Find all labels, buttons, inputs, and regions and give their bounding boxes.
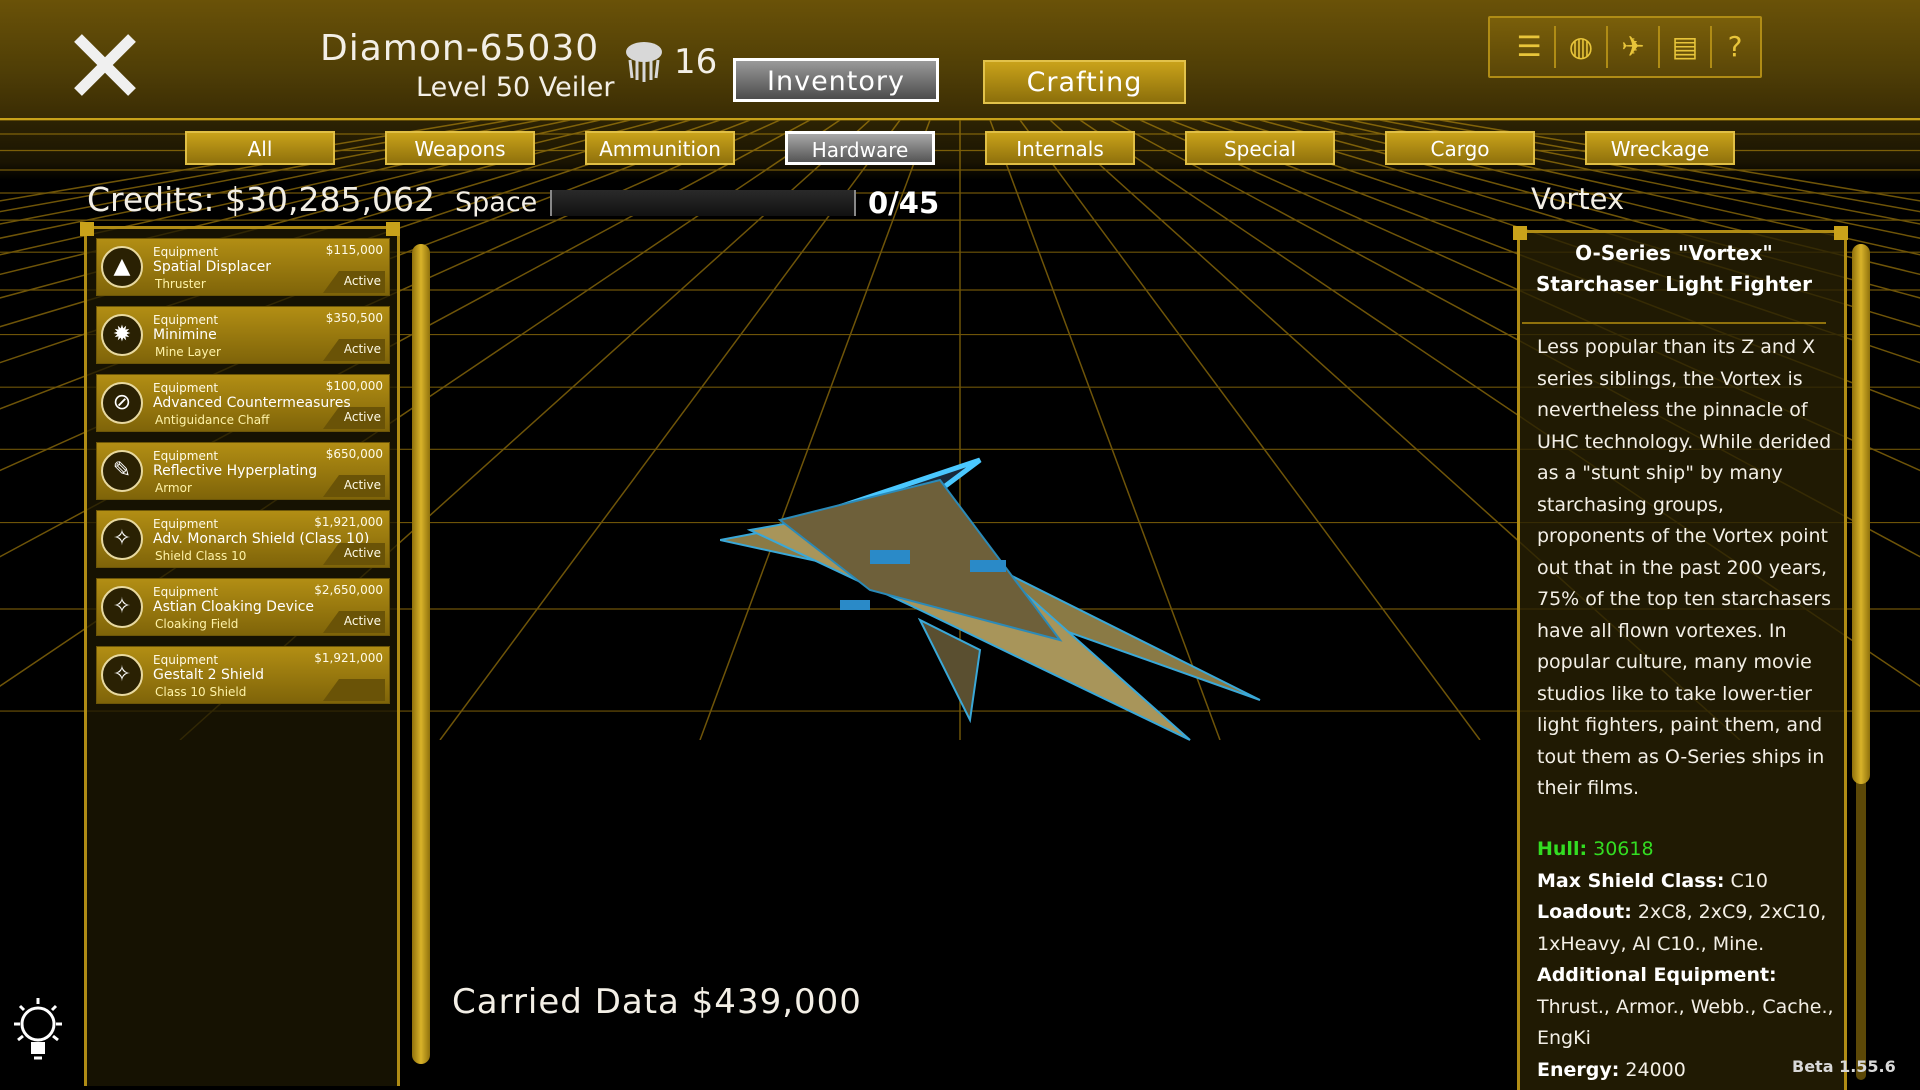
item-subtype: Cloaking Field	[155, 617, 239, 631]
item-price: $2,650,000	[314, 583, 383, 597]
item-category: Equipment	[153, 449, 219, 463]
inventory-item[interactable]: ✎ Equipment $650,000 Reflective Hyperplatin…	[96, 442, 390, 500]
item-name: Minimine	[153, 327, 217, 343]
inventory-item[interactable]: ⊘ Equipment $100,000 Advanced Countermeasur…	[96, 374, 390, 432]
item-name: Spatial Displacer	[153, 259, 272, 275]
panel-corner	[386, 222, 400, 236]
item-subtype: Shield Class 10	[155, 549, 247, 563]
hull-stat: Hull: 30618	[1537, 838, 1654, 860]
item-name: Astian Cloaking Device	[153, 599, 315, 615]
help-icon[interactable]: ?	[1716, 28, 1754, 66]
item-subtype: Armor	[155, 481, 192, 495]
tab-cargo[interactable]: Cargo	[1385, 131, 1535, 165]
inventory-button[interactable]: Inventory	[733, 58, 939, 102]
item-subtype: Mine Layer	[155, 345, 221, 359]
item-price: $1,921,000	[314, 651, 383, 665]
space-value: 0/45	[868, 186, 940, 220]
shield-icon: ✧	[101, 654, 143, 696]
cloak-icon: ✧	[101, 586, 143, 628]
item-price: $100,000	[325, 379, 383, 393]
divider	[1522, 322, 1826, 324]
globe-icon[interactable]: ◍	[1562, 28, 1600, 66]
player-level: Level 50 Veiler	[416, 72, 615, 103]
close-icon[interactable]	[70, 30, 140, 100]
ship-stats: Hull: 30618 Max Shield Class: C10 Loadou…	[1537, 834, 1842, 1086]
item-subtype: Antiguidance Chaff	[155, 413, 270, 427]
carried-data: Carried Data $439,000	[452, 982, 862, 1022]
item-name: Gestalt 2 Shield	[153, 667, 265, 683]
mine-icon: ✹	[101, 314, 143, 356]
item-status: Active	[323, 475, 385, 497]
item-price: $350,500	[325, 311, 383, 325]
version-label: Beta 1.55.6	[1792, 1057, 1896, 1076]
panel-corner	[80, 222, 94, 236]
tab-all[interactable]: All	[185, 131, 335, 165]
item-name: Advanced Countermeasures	[153, 395, 351, 411]
item-price: $115,000	[325, 243, 383, 257]
detail-scrollbar[interactable]	[1852, 244, 1870, 784]
tab-internals[interactable]: Internals	[985, 131, 1135, 165]
item-subtype: Class 10 Shield	[155, 685, 247, 699]
shield-icon: ✧	[101, 518, 143, 560]
loadout-stat: Loadout: 2xC8, 2xC9, 2xC10, 1xHeavy, AI …	[1537, 901, 1827, 955]
menu-icon-tray: ☰ ◍ ✈ ▤ ?	[1488, 16, 1762, 78]
credits-readout: Credits: $30,285,062	[87, 180, 435, 219]
notebook-icon[interactable]: ▤	[1666, 28, 1704, 66]
tab-wreckage[interactable]: Wreckage	[1585, 131, 1735, 165]
space-bar	[550, 190, 856, 216]
tab-weapons[interactable]: Weapons	[385, 131, 535, 165]
countermeasure-icon: ⊘	[101, 382, 143, 424]
item-category: Equipment	[153, 653, 219, 667]
additional-equipment-value: Thrust., Armor., Webb., Cache., EngKi	[1537, 995, 1834, 1050]
inventory-item[interactable]: ✧ Equipment $1,921,000 Adv. Monarch Shield …	[96, 510, 390, 568]
max-shield-stat: Max Shield Class: C10	[1537, 869, 1768, 892]
panel-corner	[1834, 226, 1848, 240]
item-category: Equipment	[153, 313, 219, 327]
space-label: Space	[455, 187, 538, 218]
map-icon[interactable]: ✈	[1614, 28, 1652, 66]
token-count: 16	[674, 42, 718, 82]
item-price: $650,000	[325, 447, 383, 461]
wrench-icon: ✎	[101, 450, 143, 492]
tab-hardware[interactable]: Hardware	[785, 131, 935, 165]
ship-title: O-Series "Vortex" Starchaser Light Fight…	[1522, 238, 1826, 300]
ship-description: Less popular than its Z and X series sib…	[1537, 336, 1832, 799]
crafting-button[interactable]: Crafting	[983, 60, 1186, 104]
thruster-icon: ▲	[101, 246, 143, 288]
item-category: Equipment	[153, 245, 219, 259]
inventory-scrollbar[interactable]	[412, 244, 430, 1064]
item-name: Reflective Hyperplating	[153, 463, 318, 479]
player-name: Diamon-65030	[320, 28, 600, 69]
ship-model[interactable]	[720, 440, 1280, 760]
ship-title-line2: Starchaser Light Fighter	[1536, 272, 1812, 296]
item-price: $1,921,000	[314, 515, 383, 529]
token-icon	[626, 42, 662, 82]
inventory-item[interactable]: ✧ Equipment $1,921,000 Gestalt 2 Shield Clas…	[96, 646, 390, 704]
ship-name: Vortex	[1531, 182, 1625, 216]
inventory-item[interactable]: ▲ Equipment $115,000 Spatial Displacer Thrus…	[96, 238, 390, 296]
item-category: Equipment	[153, 585, 219, 599]
inventory-item[interactable]: ✧ Equipment $2,650,000 Astian Cloaking Devi…	[96, 578, 390, 636]
hint-bulb-icon[interactable]	[8, 996, 68, 1068]
item-subtype: Thruster	[155, 277, 206, 291]
tab-special[interactable]: Special	[1185, 131, 1335, 165]
item-status	[323, 679, 385, 701]
list-icon[interactable]: ☰	[1510, 28, 1548, 66]
inventory-item[interactable]: ✹ Equipment $350,500 Minimine Mine Layer Acti…	[96, 306, 390, 364]
item-category: Equipment	[153, 381, 219, 395]
item-name: Adv. Monarch Shield (Class 10)	[153, 531, 370, 547]
item-status: Active	[323, 611, 385, 633]
item-category: Equipment	[153, 517, 219, 531]
item-status: Active	[323, 271, 385, 293]
tab-ammunition[interactable]: Ammunition	[585, 131, 735, 165]
ship-title-line1: O-Series "Vortex"	[1575, 241, 1773, 265]
additional-equipment-stat: Additional Equipment:	[1537, 964, 1777, 986]
item-status: Active	[323, 339, 385, 361]
